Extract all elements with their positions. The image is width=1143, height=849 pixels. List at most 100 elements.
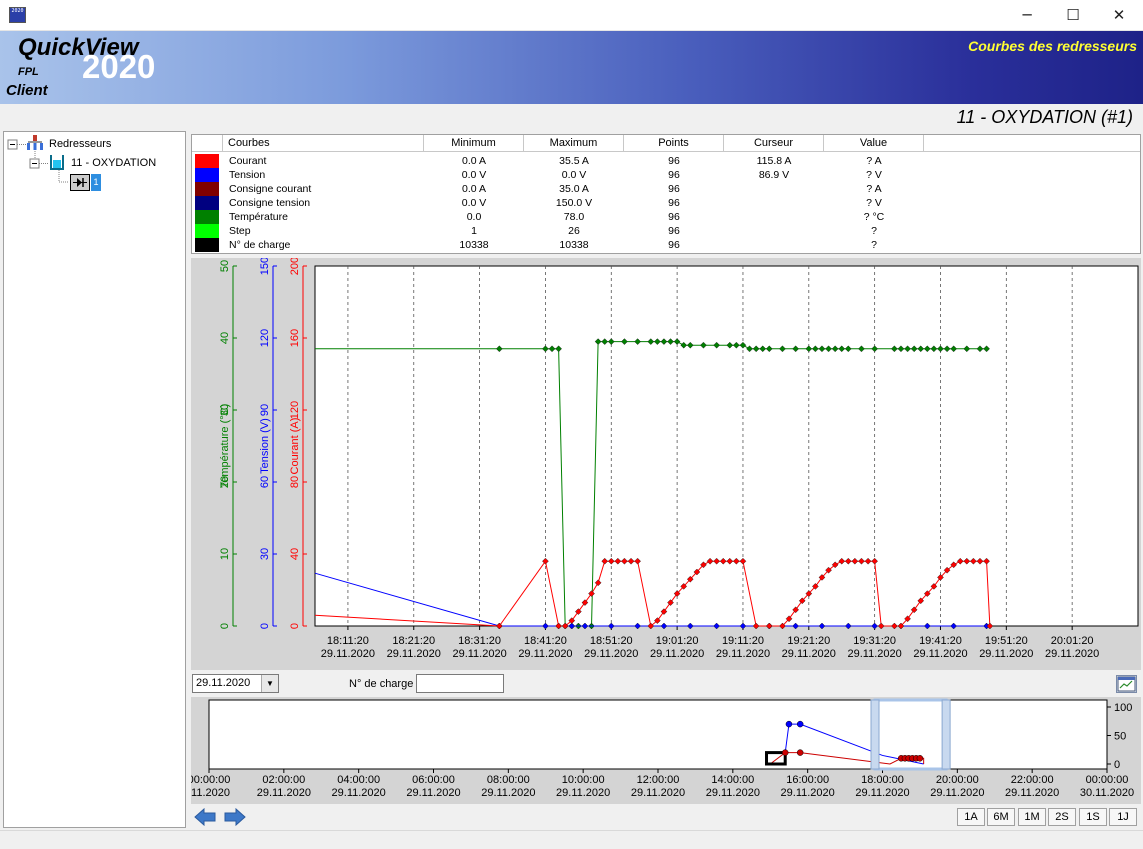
y-tick-label: 0 (289, 623, 301, 629)
export-chart-icon[interactable] (1116, 675, 1137, 693)
x-tick-date: 29.11.2020 (321, 648, 375, 660)
main-chart[interactable]: 18:11:2029.11.202018:21:2029.11.202018:3… (191, 257, 1141, 670)
overview-x-date: .11.2020 (191, 787, 230, 799)
legend-row[interactable]: Step 1 26 96? (192, 224, 1140, 238)
series-name: Température (229, 211, 288, 223)
range-button-6m[interactable]: 6M (987, 808, 1015, 826)
overview-x-date: 29.11.2020 (332, 787, 386, 799)
overview-plot-area (208, 699, 1108, 770)
x-tick-time: 18:11:20 (327, 635, 369, 647)
previous-arrow-icon[interactable] (194, 807, 216, 827)
legend-header-color (192, 135, 223, 152)
x-tick-date: 29.11.2020 (979, 648, 1033, 660)
minimize-button[interactable]: ─ (1004, 0, 1050, 31)
x-tick-date: 29.11.2020 (1045, 648, 1099, 660)
x-tick-date: 29.11.2020 (584, 648, 638, 660)
series-max: 0.0 V (561, 169, 587, 181)
overview-x-date: 29.11.2020 (781, 787, 835, 799)
overview-x-date: 29.11.2020 (1005, 787, 1059, 799)
tank-icon (50, 154, 64, 173)
x-tick-time: 18:51:20 (590, 635, 633, 647)
series-color-swatch[interactable] (195, 196, 219, 210)
overview-panel: 00:00:00.11.2020 02:00:00 29.11.2020 04:00:… (188, 697, 1141, 804)
legend-header-curves[interactable]: Courbes (223, 135, 424, 152)
x-tick-date: 29.11.2020 (716, 648, 770, 660)
series-max: 78.0 (563, 211, 585, 223)
legend-row[interactable]: N° de charge 10338 10338 96? (192, 238, 1140, 252)
series-color-swatch[interactable] (195, 182, 219, 196)
x-tick-time: 18:21:20 (392, 635, 435, 647)
series-color-swatch[interactable] (195, 224, 219, 238)
range-button-1s[interactable]: 1S (1079, 808, 1107, 826)
y-tick-label: 10 (219, 548, 231, 560)
y-tick-label: 160 (289, 329, 301, 347)
rectifiers-icon (26, 135, 44, 154)
maximize-button[interactable]: ☐ (1050, 0, 1096, 31)
date-dropdown-icon[interactable]: ▼ (261, 675, 278, 692)
overview-point (796, 749, 804, 756)
legend-row[interactable]: Courant 0.0 A 35.5 A 96 115.8 A ? A (192, 154, 1140, 168)
series-min: 0.0 A (462, 183, 486, 195)
overview-x-date: 29.11.2020 (556, 787, 610, 799)
overview-x-time: 08:00:00 (487, 774, 530, 786)
series-cursor: 115.8 A (756, 155, 792, 167)
series-max: 35.0 A (559, 183, 589, 195)
overview-x-date: 29.11.2020 (930, 787, 984, 799)
overview-x-time: 02:00:00 (262, 774, 305, 786)
next-arrow-icon[interactable] (224, 807, 246, 827)
series-value: ? °C (863, 211, 885, 223)
legend-row[interactable]: Tension 0.0 V 0.0 V 96 86.9 V ? V (192, 168, 1140, 182)
charge-label: N° de charge (349, 678, 414, 690)
range-button-1m[interactable]: 1M (1018, 808, 1046, 826)
legend-header-maximum[interactable]: Maximum (524, 135, 624, 152)
close-button[interactable]: ✕ (1096, 0, 1142, 31)
overview-x-time: 18:00:00 (861, 774, 904, 786)
tree-item-redresseurs[interactable]: Redresseurs (49, 138, 111, 150)
legend-header-minimum[interactable]: Minimum (424, 135, 524, 152)
legend-row[interactable]: Consigne tension 0.0 V 150.0 V 96 ? V (192, 196, 1140, 210)
overview-x-date: 29.11.2020 (855, 787, 909, 799)
overview-x-time: 22:00:00 (1011, 774, 1054, 786)
brand-fpl: FPL (18, 66, 39, 78)
series-max: 35.5 A (559, 155, 589, 167)
legend-header-cursor[interactable]: Curseur (724, 135, 824, 152)
series-points: 96 (668, 169, 680, 181)
plant-title: 11 - OXYDATION (#1) (956, 107, 1133, 127)
tree-item-oxydation[interactable]: 11 - OXYDATION (71, 157, 156, 169)
overview-x-date: 29.11.2020 (481, 787, 535, 799)
x-tick-time: 18:31:20 (458, 635, 501, 647)
series-color-swatch[interactable] (195, 154, 219, 168)
series-color-swatch[interactable] (195, 210, 219, 224)
range-button-1j[interactable]: 1J (1109, 808, 1137, 826)
series-max: 26 (568, 225, 580, 237)
y-tick-label: 120 (289, 401, 301, 419)
overview-x-time: 00:00:00 (1086, 774, 1129, 786)
legend-header-value[interactable]: Value (824, 135, 924, 152)
series-color-swatch[interactable] (195, 238, 219, 252)
range-button-2s[interactable]: 2S (1048, 808, 1076, 826)
x-tick-time: 18:41:20 (524, 635, 567, 647)
range-button-1a[interactable]: 1A (957, 808, 985, 826)
overview-chart[interactable]: 00:00:00.11.202002:00:0029.11.202004:00:… (188, 697, 1141, 804)
series-color-swatch[interactable] (195, 168, 219, 182)
y-tick-label: 80 (289, 476, 301, 488)
x-tick-time: 19:31:20 (853, 635, 896, 647)
overview-x-time: 20:00:00 (936, 774, 979, 786)
legend-row[interactable]: Consigne courant 0.0 A 35.0 A 96 ? A (192, 182, 1140, 196)
y-tick-label: 120 (259, 329, 271, 347)
series-max: 150.0 V (555, 197, 593, 209)
legend-header-points[interactable]: Points (624, 135, 724, 152)
y-tick-label: 0 (219, 623, 231, 629)
overview-point (781, 749, 789, 756)
x-tick-time: 19:01:20 (656, 635, 699, 647)
series-name: Courant (229, 155, 267, 167)
plot-area (314, 265, 1139, 627)
rectifier-diode-icon[interactable] (70, 174, 90, 191)
series-value: ? (871, 239, 877, 251)
overview-x-date: 29.11.2020 (257, 787, 311, 799)
charge-input[interactable] (416, 674, 504, 693)
main-chart-panel: 18:11:20 29.11.2020 18:21:20 29.11.2020 18:3… (191, 257, 1141, 670)
status-bar (0, 830, 1143, 849)
legend-row[interactable]: Température 0.0 78.0 96 ? °C (192, 210, 1140, 224)
rectifier-tree: Redresseurs 11 - OXYDATION 1 (3, 131, 186, 828)
